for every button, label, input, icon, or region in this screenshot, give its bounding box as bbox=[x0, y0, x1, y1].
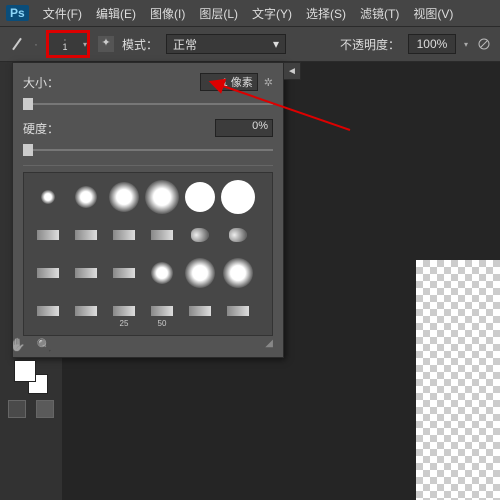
hardness-label: 硬度： bbox=[23, 120, 83, 137]
brush-preset[interactable] bbox=[182, 179, 218, 215]
opacity-input[interactable]: 100% bbox=[408, 34, 456, 54]
brush-preset[interactable] bbox=[106, 217, 142, 253]
brush-settings-icon[interactable] bbox=[98, 36, 114, 52]
brush-preset[interactable] bbox=[30, 217, 66, 253]
app-logo: Ps bbox=[6, 5, 29, 21]
brush-preset[interactable] bbox=[68, 293, 104, 329]
brush-preset[interactable] bbox=[220, 217, 256, 253]
menu-image[interactable]: 图像(I) bbox=[150, 5, 185, 22]
foreground-color-swatch[interactable] bbox=[14, 360, 36, 382]
menu-edit[interactable]: 编辑(E) bbox=[96, 5, 136, 22]
brush-preset[interactable] bbox=[220, 255, 256, 291]
panel-close-button[interactable]: ◄ bbox=[283, 62, 301, 80]
separator-dot: · bbox=[34, 37, 38, 51]
chevron-down-icon[interactable]: ▾ bbox=[464, 40, 468, 49]
brush-preset[interactable] bbox=[182, 255, 218, 291]
brush-preset[interactable] bbox=[220, 293, 256, 329]
brush-preset[interactable] bbox=[106, 255, 142, 291]
tools-panel-bottom bbox=[8, 336, 54, 418]
blend-mode-value: 正常 bbox=[173, 36, 197, 53]
menu-layer[interactable]: 图层(L) bbox=[199, 5, 238, 22]
panel-menu-icon[interactable]: ✲ bbox=[264, 76, 273, 89]
brush-preset[interactable] bbox=[30, 255, 66, 291]
brush-size-slider[interactable] bbox=[23, 97, 273, 111]
brush-preset[interactable] bbox=[68, 179, 104, 215]
screen-mode-icon[interactable] bbox=[36, 400, 54, 418]
brush-preset[interactable] bbox=[30, 293, 66, 329]
menu-select[interactable]: 选择(S) bbox=[306, 5, 346, 22]
brush-size-input[interactable]: 1 像素 bbox=[200, 73, 258, 91]
preset-size-label: 50 bbox=[144, 319, 180, 328]
brush-preset[interactable] bbox=[68, 255, 104, 291]
brush-preset[interactable] bbox=[68, 217, 104, 253]
brush-hardness-input[interactable]: 0% bbox=[215, 119, 273, 137]
menu-bar: Ps 文件(F) 编辑(E) 图像(I) 图层(L) 文字(Y) 选择(S) 滤… bbox=[0, 0, 500, 26]
brush-preset-picker[interactable]: • 1 ▾ bbox=[46, 30, 90, 58]
chevron-down-icon: ▾ bbox=[83, 40, 87, 49]
menu-filter[interactable]: 滤镜(T) bbox=[360, 5, 399, 22]
pressure-opacity-icon[interactable] bbox=[476, 36, 492, 52]
chevron-down-icon: ▾ bbox=[273, 37, 279, 51]
color-swatches[interactable] bbox=[14, 360, 48, 394]
brush-hardness-slider[interactable] bbox=[23, 143, 273, 157]
brush-preset[interactable]: 50 bbox=[144, 293, 180, 329]
preset-size-label: 25 bbox=[106, 319, 142, 328]
brush-preset[interactable] bbox=[144, 255, 180, 291]
mode-label: 模式： bbox=[122, 36, 158, 53]
menu-type[interactable]: 文字(Y) bbox=[252, 5, 292, 22]
brush-preset[interactable] bbox=[144, 179, 180, 215]
brush-preset[interactable] bbox=[106, 179, 142, 215]
brush-preset[interactable] bbox=[144, 217, 180, 253]
divider bbox=[23, 165, 273, 166]
brush-preset-panel: ◄ 大小： 1 像素 ✲ 硬度： 0% bbox=[12, 62, 284, 358]
menu-view[interactable]: 视图(V) bbox=[413, 5, 453, 22]
options-bar: · • 1 ▾ 模式： 正常 ▾ 不透明度： 100% ▾ bbox=[0, 26, 500, 62]
size-label: 大小： bbox=[23, 74, 83, 91]
transparent-canvas[interactable] bbox=[416, 260, 500, 500]
menu-file[interactable]: 文件(F) bbox=[43, 5, 82, 22]
zoom-tool-icon[interactable] bbox=[35, 336, 53, 354]
brush-preset[interactable] bbox=[30, 179, 66, 215]
brush-preset[interactable] bbox=[220, 179, 256, 215]
slider-thumb[interactable] bbox=[23, 144, 33, 156]
brush-tool-icon[interactable] bbox=[8, 35, 26, 53]
quick-mask-icon[interactable] bbox=[8, 400, 26, 418]
brush-presets-grid: 25 50 bbox=[23, 172, 273, 336]
slider-thumb[interactable] bbox=[23, 98, 33, 110]
hand-tool-icon[interactable] bbox=[9, 336, 27, 354]
brush-size-number: 1 bbox=[62, 42, 67, 52]
panel-resize-handle[interactable]: ◢ bbox=[23, 336, 273, 349]
opacity-value: 100% bbox=[417, 37, 448, 51]
blend-mode-select[interactable]: 正常 ▾ bbox=[166, 34, 286, 54]
brush-preset[interactable] bbox=[182, 217, 218, 253]
opacity-label: 不透明度： bbox=[340, 36, 400, 53]
brush-preset[interactable]: 25 bbox=[106, 293, 142, 329]
brush-preset[interactable] bbox=[182, 293, 218, 329]
